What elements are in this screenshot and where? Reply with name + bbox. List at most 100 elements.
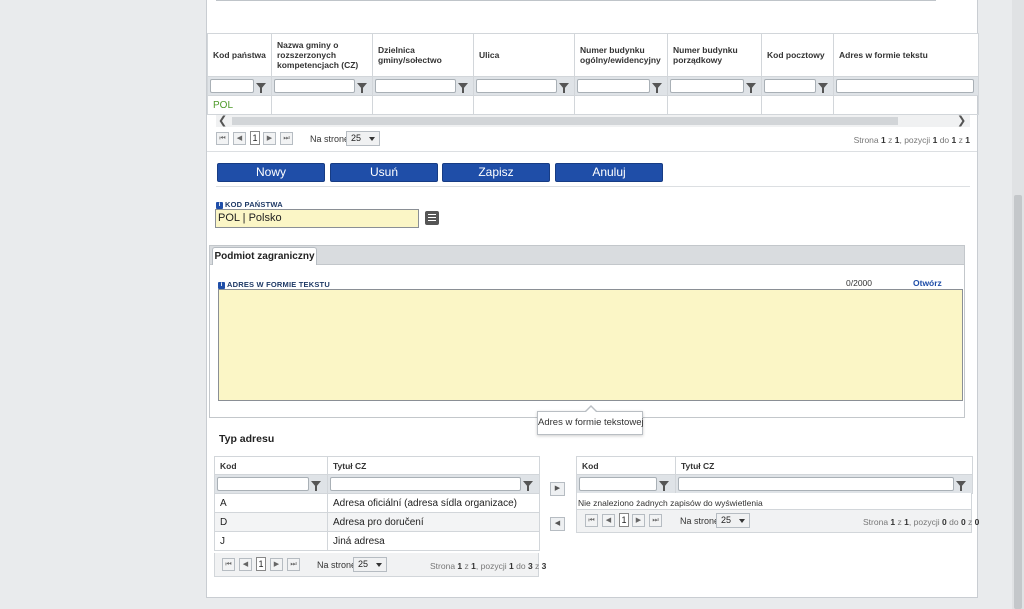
- cancel-button[interactable]: Anuluj: [555, 163, 663, 182]
- pager-info: Strona 1 z 1, pozycji 0 do 0 z 0: [863, 517, 980, 527]
- next-page-icon[interactable]: ▶: [270, 558, 283, 571]
- funnel-icon[interactable]: [652, 83, 662, 93]
- funnel-icon[interactable]: [559, 83, 569, 93]
- info-icon[interactable]: i: [216, 201, 223, 209]
- column-header[interactable]: Ulica: [473, 33, 575, 77]
- arrow-left-icon[interactable]: ◀: [550, 517, 565, 531]
- save-button[interactable]: Zapisz: [442, 163, 550, 182]
- column-header[interactable]: Kod państwa: [207, 33, 272, 77]
- column-header[interactable]: Dzielnica gminy/sołectwo: [372, 33, 474, 77]
- cell-code[interactable]: J: [214, 531, 328, 551]
- cell[interactable]: [473, 95, 575, 115]
- filter-input[interactable]: [375, 79, 456, 93]
- prev-page-icon[interactable]: ◀: [602, 514, 615, 527]
- last-page-icon[interactable]: ⏭: [649, 514, 662, 527]
- funnel-icon[interactable]: [256, 83, 266, 93]
- funnel-icon[interactable]: [659, 481, 669, 491]
- cell-title[interactable]: Adresa pro doručení: [327, 512, 540, 532]
- column-header[interactable]: Kod pocztowy: [761, 33, 834, 77]
- filter-row: [207, 76, 979, 96]
- funnel-icon[interactable]: [357, 83, 367, 93]
- country-code-input[interactable]: POL | Polsko: [215, 209, 419, 228]
- next-page-icon[interactable]: ▶: [263, 132, 276, 145]
- funnel-icon[interactable]: [746, 83, 756, 93]
- first-page-icon[interactable]: ⏮: [222, 558, 235, 571]
- scroll-right-icon[interactable]: ❯: [957, 114, 966, 127]
- per-page-label: Na stronę: [317, 560, 357, 570]
- page-number-input[interactable]: 1: [256, 557, 266, 571]
- cell[interactable]: [574, 95, 668, 115]
- new-button[interactable]: Nowy: [217, 163, 325, 182]
- per-page-select[interactable]: 25: [346, 131, 380, 146]
- funnel-icon[interactable]: [956, 481, 966, 491]
- filter-input[interactable]: [476, 79, 557, 93]
- funnel-icon[interactable]: [311, 481, 321, 491]
- funnel-icon[interactable]: [818, 83, 828, 93]
- table-row[interactable]: J Jiná adresa: [214, 531, 540, 551]
- grid-horizontal-scrollbar-thumb[interactable]: [232, 117, 898, 125]
- table-row[interactable]: A Adresa oficiální (adresa sídla organiz…: [214, 493, 540, 513]
- available-types-grid: Kod Tytuł CZ A Adresa oficiální (adresa …: [214, 456, 540, 551]
- address-type-title: Typ adresu: [219, 433, 275, 445]
- column-header[interactable]: Numer budynku ogólny/ewidencyjny: [574, 33, 668, 77]
- first-page-icon[interactable]: ⏮: [585, 514, 598, 527]
- column-header[interactable]: Tytuł CZ: [675, 456, 973, 475]
- empty-message: Nie znaleziono żadnych zapisów do wyświe…: [578, 498, 763, 508]
- address-text-area[interactable]: [218, 289, 963, 401]
- filter-input[interactable]: [577, 79, 650, 93]
- cell-code[interactable]: A: [214, 493, 328, 513]
- last-page-icon[interactable]: ⏭: [280, 132, 293, 145]
- column-header[interactable]: Adres w formie tekstu: [833, 33, 979, 77]
- page-number-input[interactable]: 1: [250, 131, 260, 145]
- last-page-icon[interactable]: ⏭: [287, 558, 300, 571]
- cell-code[interactable]: D: [214, 512, 328, 532]
- funnel-icon[interactable]: [523, 481, 533, 491]
- pager-info: Strona 1 z 1, pozycji 1 do 3 z 3: [430, 561, 547, 571]
- filter-input[interactable]: [836, 79, 974, 93]
- filter-input[interactable]: [579, 477, 657, 491]
- cell[interactable]: [833, 95, 979, 115]
- column-header[interactable]: Nazwa gminy o rozszerzonych kompetencjac…: [271, 33, 373, 77]
- filter-input[interactable]: [670, 79, 744, 93]
- funnel-icon[interactable]: [458, 83, 468, 93]
- prev-page-icon[interactable]: ◀: [239, 558, 252, 571]
- page-scrollbar-thumb[interactable]: [1014, 195, 1022, 609]
- info-icon[interactable]: i: [218, 281, 225, 289]
- arrow-right-icon[interactable]: ▶: [550, 482, 565, 496]
- column-header[interactable]: Numer budynku porządkowy: [667, 33, 762, 77]
- list-icon[interactable]: [425, 211, 439, 225]
- grid-header-row: Kod państwa Nazwa gminy o rozszerzonych …: [207, 33, 979, 77]
- tab-foreign-entity[interactable]: Podmiot zagraniczny: [212, 247, 317, 266]
- first-page-icon[interactable]: ⏮: [216, 132, 229, 145]
- filter-input[interactable]: [330, 477, 521, 491]
- filter-input[interactable]: [217, 477, 309, 491]
- column-header[interactable]: Kod: [214, 456, 328, 475]
- next-page-icon[interactable]: ▶: [632, 514, 645, 527]
- divider: [216, 186, 970, 187]
- delete-button[interactable]: Usuń: [330, 163, 438, 182]
- tooltip: Adres w formie tekstowej: [537, 411, 644, 435]
- filter-input[interactable]: [764, 79, 816, 93]
- divider: [207, 151, 977, 152]
- page-number-input[interactable]: 1: [619, 513, 629, 527]
- cell-country-code[interactable]: POL: [207, 95, 272, 115]
- per-page-select[interactable]: 25: [353, 557, 387, 572]
- cell[interactable]: [667, 95, 762, 115]
- prev-page-icon[interactable]: ◀: [233, 132, 246, 145]
- cell-title[interactable]: Jiná adresa: [327, 531, 540, 551]
- cell[interactable]: [271, 95, 373, 115]
- open-link[interactable]: Otwórz: [913, 278, 942, 288]
- table-row[interactable]: D Adresa pro doručení: [214, 512, 540, 532]
- column-header[interactable]: Kod: [576, 456, 676, 475]
- filter-input[interactable]: [210, 79, 254, 93]
- table-row[interactable]: POL: [207, 95, 979, 115]
- selected-types-grid: Kod Tytuł CZ: [576, 456, 973, 494]
- column-header[interactable]: Tytuł CZ: [327, 456, 540, 475]
- cell[interactable]: [372, 95, 474, 115]
- filter-input[interactable]: [274, 79, 355, 93]
- per-page-select[interactable]: 25: [716, 513, 750, 528]
- filter-input[interactable]: [678, 477, 954, 491]
- scroll-left-icon[interactable]: ❮: [218, 114, 227, 127]
- cell-title[interactable]: Adresa oficiální (adresa sídla organizac…: [327, 493, 540, 513]
- cell[interactable]: [761, 95, 834, 115]
